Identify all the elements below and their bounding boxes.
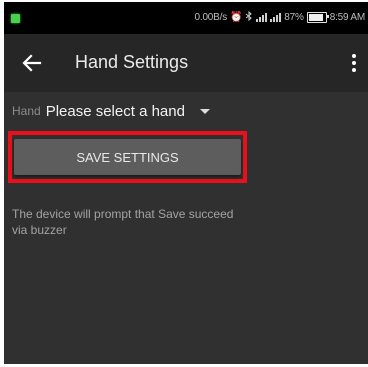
hand-select[interactable]: Please select a hand bbox=[46, 103, 210, 120]
save-settings-button[interactable]: SAVE SETTINGS bbox=[14, 139, 241, 175]
battery-fill bbox=[308, 14, 323, 21]
battery-icon bbox=[306, 12, 329, 23]
app-bar: Hand Settings bbox=[4, 34, 368, 92]
battery-percent: 87% bbox=[284, 12, 304, 23]
hd-signal-icon bbox=[256, 13, 268, 22]
arrow-left-icon[interactable] bbox=[22, 54, 42, 72]
chevron-down-icon bbox=[199, 108, 210, 114]
network-speed: 0.00B/s bbox=[194, 12, 228, 23]
alarm-icon: ⏰ bbox=[230, 12, 243, 23]
phone-screen: 0.00B/s ⏰ 87% 8:59 AM Hand Settings Hand… bbox=[4, 2, 368, 364]
notification-icon bbox=[11, 14, 20, 23]
more-vertical-icon[interactable] bbox=[350, 52, 358, 74]
hand-select-value: Please select a hand bbox=[45, 102, 185, 120]
bluetooth-icon bbox=[245, 10, 253, 24]
clock: 8:59 AM bbox=[329, 12, 365, 23]
signal-icon bbox=[270, 13, 282, 22]
hand-label: Hand bbox=[12, 104, 41, 118]
hand-field: Hand Please select a hand bbox=[12, 100, 210, 122]
hint-text: The device will prompt that Save succeed… bbox=[12, 207, 234, 237]
status-bar: 0.00B/s ⏰ 87% 8:59 AM bbox=[4, 2, 368, 34]
page-title: Hand Settings bbox=[75, 52, 189, 72]
status-indicators: 0.00B/s ⏰ 87% 8:59 AM bbox=[194, 10, 365, 24]
